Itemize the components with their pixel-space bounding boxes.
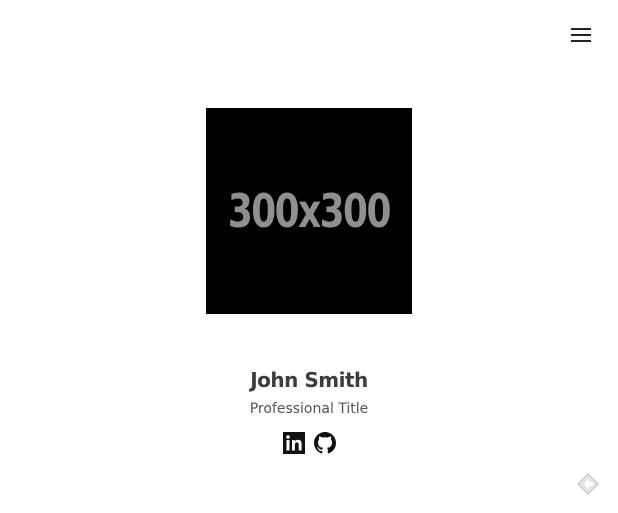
hamburger-menu-icon-bar [571, 34, 591, 36]
profile-image-placeholder-text: 300x300 [227, 184, 392, 238]
feedback-icon [577, 473, 599, 495]
menu-button[interactable] [569, 24, 593, 46]
profile-name: John Smith [250, 368, 368, 392]
hamburger-menu-icon-bar [571, 40, 591, 42]
github-icon [313, 432, 336, 454]
github-link[interactable] [313, 432, 336, 454]
page: 300x300 John Smith Professional Title [0, 0, 618, 513]
linkedin-icon [282, 432, 305, 454]
hamburger-menu-icon-bar [571, 28, 591, 30]
profile-image: 300x300 [206, 108, 412, 314]
profile-title: Professional Title [249, 401, 369, 417]
linkedin-link[interactable] [282, 432, 305, 454]
feedback-widget-button[interactable] [576, 472, 600, 496]
social-links [0, 432, 618, 454]
